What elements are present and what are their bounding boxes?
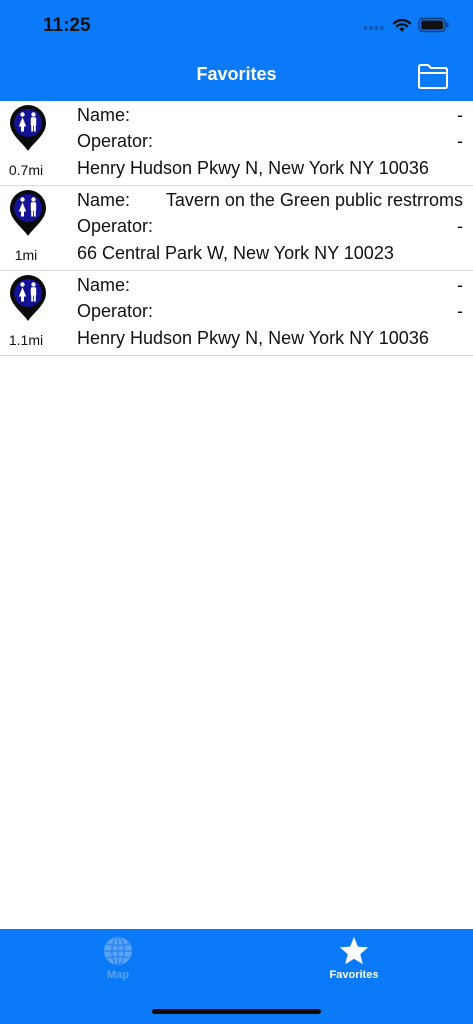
address-line: Henry Hudson Pkwy N, New York NY 10036 — [77, 328, 463, 352]
operator-label: Operator: — [77, 216, 154, 236]
operator-line: Operator: - — [77, 301, 463, 325]
name-value: - — [457, 105, 463, 125]
star-icon — [339, 937, 369, 965]
tab-map-label: Map — [107, 969, 129, 981]
tab-bar: Map Favorites — [0, 929, 473, 1024]
name-line: Name: Tavern on the Green public restrro… — [77, 190, 463, 214]
favorite-row[interactable]: 0.7mi Name: - Operator: - Henry Hudson P… — [0, 101, 473, 186]
status-time: 11:25 — [43, 15, 91, 36]
operator-label: Operator: — [77, 131, 154, 151]
restroom-pin-icon — [10, 105, 46, 151]
operator-line: Operator: - — [77, 216, 463, 240]
favorites-list: 0.7mi Name: - Operator: - Henry Hudson P… — [0, 101, 473, 356]
folder-icon[interactable] — [416, 62, 450, 90]
wifi-icon — [392, 18, 412, 32]
distance-label: 0.7mi — [8, 162, 44, 178]
navigation-bar: Favorites — [0, 50, 473, 101]
name-label: Name: — [77, 275, 131, 295]
distance-label: 1.1mi — [8, 332, 44, 348]
name-line: Name: - — [77, 105, 463, 129]
name-value: Tavern on the Green public restrroms — [165, 190, 463, 210]
tab-map[interactable]: Map — [0, 929, 236, 989]
address-line: Henry Hudson Pkwy N, New York NY 10036 — [77, 158, 463, 182]
cellular-signal-icon — [363, 26, 384, 30]
operator-label: Operator: — [77, 301, 154, 321]
tab-favorites[interactable]: Favorites — [236, 929, 472, 989]
operator-value: - — [457, 131, 463, 151]
favorite-row[interactable]: 1mi Name: Tavern on the Green public res… — [0, 186, 473, 271]
name-line: Name: - — [77, 275, 463, 299]
home-indicator — [152, 1009, 321, 1014]
name-value: - — [457, 275, 463, 295]
name-label: Name: — [77, 190, 131, 210]
operator-value: - — [457, 301, 463, 321]
restroom-pin-icon — [10, 275, 46, 321]
operator-value: - — [457, 216, 463, 236]
address-text: 66 Central Park W, New York NY 10023 — [77, 243, 394, 263]
restroom-pin-icon — [10, 190, 46, 236]
address-text: Henry Hudson Pkwy N, New York NY 10036 — [77, 328, 429, 348]
page-title: Favorites — [196, 64, 277, 84]
status-bar: 11:25 — [0, 0, 473, 50]
top-bar: 11:25 Favorites — [0, 0, 473, 101]
name-label: Name: — [77, 105, 131, 125]
distance-label: 1mi — [14, 247, 38, 263]
favorite-row[interactable]: 1.1mi Name: - Operator: - Henry Hudson P… — [0, 271, 473, 356]
address-line: 66 Central Park W, New York NY 10023 — [77, 243, 463, 267]
tab-favorites-label: Favorites — [329, 969, 379, 981]
globe-icon — [104, 936, 132, 966]
operator-line: Operator: - — [77, 131, 463, 155]
address-text: Henry Hudson Pkwy N, New York NY 10036 — [77, 158, 429, 178]
battery-icon — [418, 17, 449, 33]
